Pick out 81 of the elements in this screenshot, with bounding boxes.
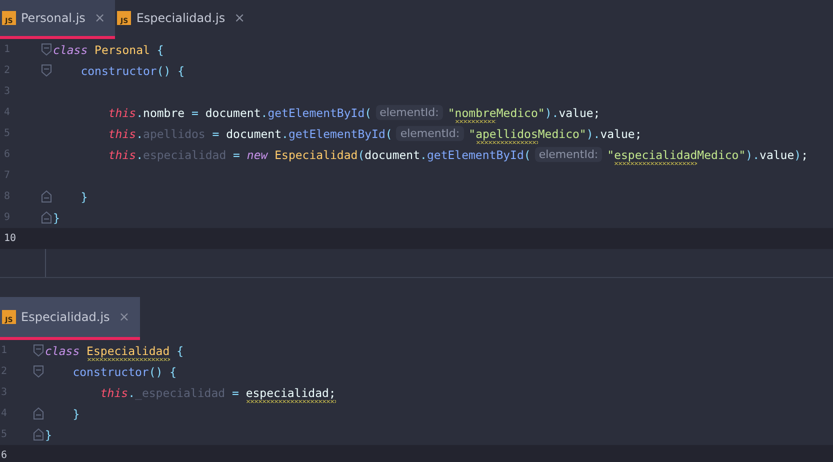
code-token: Medico" xyxy=(496,106,545,120)
unfold-icon[interactable] xyxy=(40,190,52,203)
code-token: ( xyxy=(385,126,392,140)
fold-icon[interactable] xyxy=(40,43,52,56)
parameter-hint: elementId: xyxy=(376,105,443,120)
code-token: . xyxy=(136,148,144,162)
code-token: . xyxy=(282,126,288,140)
code-token: getElementById xyxy=(268,106,365,120)
unfold-icon[interactable] xyxy=(40,211,52,224)
code-token: nombre xyxy=(143,106,185,120)
code-token: especialidad xyxy=(143,148,226,162)
close-icon[interactable]: × xyxy=(94,10,106,26)
code-token: . xyxy=(420,148,427,162)
code-token: ( xyxy=(364,106,372,120)
code-token: . xyxy=(593,126,600,140)
code-token: value; xyxy=(558,106,600,120)
code-token: constructor xyxy=(80,64,157,78)
code-token: () { xyxy=(148,364,177,378)
code-token: Especialidad xyxy=(274,148,358,162)
parameter-hint: elementId: xyxy=(396,126,464,141)
code-token: { xyxy=(176,344,184,358)
unfold-icon[interactable] xyxy=(32,428,44,441)
fold-icon[interactable] xyxy=(32,344,44,357)
code-token: . xyxy=(752,148,760,162)
code-token: { xyxy=(156,42,164,56)
code-token: " xyxy=(607,148,614,162)
line-number: 10 xyxy=(3,233,18,244)
code-token: constructor xyxy=(72,364,149,378)
code-token: especialidad; xyxy=(246,386,336,402)
close-icon[interactable]: × xyxy=(234,10,246,26)
code-token: " xyxy=(448,106,455,120)
code-token: document xyxy=(226,126,282,140)
code-token: ) xyxy=(544,106,552,120)
code-token: getElementById xyxy=(288,126,386,140)
code-token: () { xyxy=(156,64,185,78)
code-token: ( xyxy=(358,148,365,162)
code-token: Personal xyxy=(94,42,150,56)
code-token: = xyxy=(190,106,200,120)
code-token: . xyxy=(552,106,559,120)
code-token: } xyxy=(72,406,80,420)
code-token: = xyxy=(232,148,241,162)
code-token: apellidos xyxy=(476,126,538,144)
code-token: ) xyxy=(794,148,802,162)
code-token: ) xyxy=(746,148,753,162)
code-token: ) xyxy=(586,126,594,140)
code-token: = xyxy=(211,126,220,140)
parameter-hint: elementId: xyxy=(534,147,602,162)
code-token: = xyxy=(230,386,240,400)
code-token: value xyxy=(760,148,794,162)
code-token: apellidos xyxy=(143,126,206,140)
code-token: } xyxy=(45,428,52,442)
code-token: this xyxy=(107,148,136,162)
code-token: value; xyxy=(600,126,642,140)
code-token: } xyxy=(80,190,88,204)
code-token: especialidad xyxy=(614,148,698,164)
code-token: ; xyxy=(801,148,808,162)
code-token: nombre xyxy=(454,106,496,122)
code-token: . xyxy=(136,126,144,140)
code-token: document xyxy=(205,106,261,120)
line-number: 6 xyxy=(0,450,8,461)
unfold-icon[interactable] xyxy=(32,407,44,420)
code-token: class xyxy=(53,42,88,56)
code-token: this xyxy=(107,126,136,140)
fold-icon[interactable] xyxy=(32,365,44,378)
code-token: new xyxy=(246,148,268,162)
code-token: Medico" xyxy=(538,126,586,140)
code-token: getElementById xyxy=(426,148,524,162)
code-token: class xyxy=(45,344,81,358)
code-token: document xyxy=(364,148,420,162)
fold-icon[interactable] xyxy=(40,64,52,77)
code-token: . xyxy=(260,106,268,120)
code-token: Medico" xyxy=(697,148,746,162)
code-token: . xyxy=(128,386,136,400)
code-token: ( xyxy=(524,148,531,162)
code-token: } xyxy=(53,210,60,224)
code-token: Especialidad xyxy=(86,344,170,360)
code-token: this xyxy=(107,106,136,120)
code-token: " xyxy=(468,126,476,140)
code-token: _especialidad xyxy=(135,386,226,400)
code-token: this xyxy=(99,386,128,400)
code-token: . xyxy=(136,106,144,120)
